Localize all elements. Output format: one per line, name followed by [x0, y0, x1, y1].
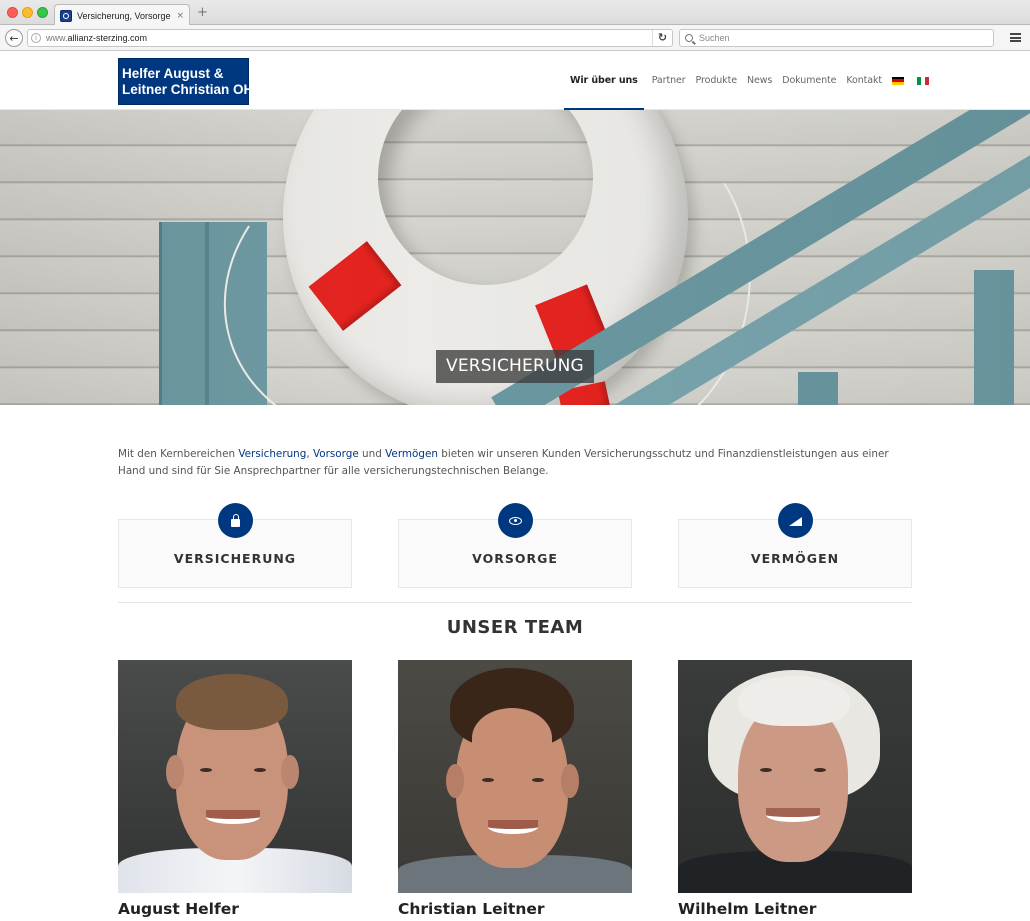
nav-item-produkte[interactable]: Produkte — [696, 51, 738, 110]
card-vorsorge[interactable]: VORSORGE — [398, 503, 632, 588]
minimize-window-button[interactable] — [22, 7, 33, 18]
team-heading: UNSER TEAM — [446, 617, 584, 638]
hero-title: VERSICHERUNG — [436, 350, 594, 383]
url-prefix: www. — [46, 33, 68, 43]
card-title: VERMÖGEN — [750, 551, 840, 566]
search-input[interactable]: Suchen — [679, 29, 994, 47]
intro-text-part: , — [306, 448, 313, 460]
hero-banner: VERSICHERUNG — [0, 110, 1030, 405]
company-logo[interactable]: Helfer August & Leitner Christian OHG — [118, 58, 264, 105]
card-title: VERSICHERUNG — [173, 551, 297, 566]
member-name: Wilhelm Leitner — [678, 900, 817, 918]
area-chart-icon — [778, 503, 813, 538]
de-flag-icon[interactable] — [892, 76, 905, 85]
browser-tab[interactable]: Versicherung, Vorsorge und V × — [54, 4, 190, 26]
close-window-button[interactable] — [7, 7, 18, 18]
hamburger-menu-icon[interactable] — [1010, 33, 1021, 42]
search-icon — [685, 34, 693, 42]
back-arrow-icon: ← — [9, 31, 19, 45]
url-text[interactable]: www.allianz-sterzing.com — [46, 33, 652, 43]
nav-item-news[interactable]: News — [747, 51, 772, 110]
link-vorsorge[interactable]: Vorsorge — [313, 448, 359, 460]
reload-icon[interactable]: ↻ — [652, 30, 672, 46]
team-member-card: August Helfer — [118, 660, 352, 918]
card-vermoegen[interactable]: VERMÖGEN — [678, 503, 912, 588]
address-bar[interactable]: i www.allianz-sterzing.com ↻ — [27, 29, 673, 47]
intro-text: Mit den Kernbereichen Versicherung, Vors… — [118, 446, 912, 480]
member-name: Christian Leitner — [398, 900, 545, 918]
nav-item-wir-ueber-uns[interactable]: Wir über uns — [564, 51, 644, 110]
member-photo[interactable] — [678, 660, 912, 893]
browser-tab-bar: Versicherung, Vorsorge und V × + — [0, 0, 1030, 26]
lock-icon — [218, 503, 253, 538]
member-name: August Helfer — [118, 900, 239, 918]
team-member-card: Wilhelm Leitner — [678, 660, 912, 918]
logo-line-1: Helfer August & — [122, 66, 224, 81]
intro-text-part: und — [358, 448, 386, 460]
member-photo[interactable] — [398, 660, 632, 893]
zoom-window-button[interactable] — [37, 7, 48, 18]
logo-line-2: Leitner Christian OHG — [122, 82, 264, 97]
team-member-card: Christian Leitner — [398, 660, 632, 918]
main-navigation: Wir über uns Partner Produkte News Dokum… — [564, 51, 942, 110]
it-flag-icon[interactable] — [917, 76, 930, 85]
card-versicherung[interactable]: VERSICHERUNG — [118, 503, 352, 588]
new-tab-button[interactable]: + — [197, 6, 208, 19]
tab-close-icon[interactable]: × — [176, 11, 184, 21]
nav-item-dokumente[interactable]: Dokumente — [782, 51, 836, 110]
eye-icon — [498, 503, 533, 538]
member-photo[interactable] — [118, 660, 352, 893]
search-placeholder: Suchen — [699, 33, 730, 43]
intro-text-part: Mit den Kernbereichen — [118, 448, 239, 460]
site-info-icon[interactable]: i — [31, 33, 41, 43]
section-divider — [118, 602, 912, 603]
allianz-favicon-icon — [60, 9, 72, 22]
back-button[interactable]: ← — [5, 29, 23, 47]
link-vermoegen[interactable]: Vermögen — [385, 448, 438, 460]
site-header: Helfer August & Leitner Christian OHG Wi… — [0, 51, 1030, 110]
tab-title: Versicherung, Vorsorge und V — [77, 10, 172, 21]
card-title: VORSORGE — [472, 551, 558, 566]
browser-toolbar: ← i www.allianz-sterzing.com ↻ Suchen — [0, 25, 1030, 51]
nav-item-kontakt[interactable]: Kontakt — [846, 51, 882, 110]
nav-item-partner[interactable]: Partner — [652, 51, 686, 110]
url-domain: allianz-sterzing.com — [67, 33, 148, 43]
link-versicherung[interactable]: Versicherung — [238, 448, 306, 460]
